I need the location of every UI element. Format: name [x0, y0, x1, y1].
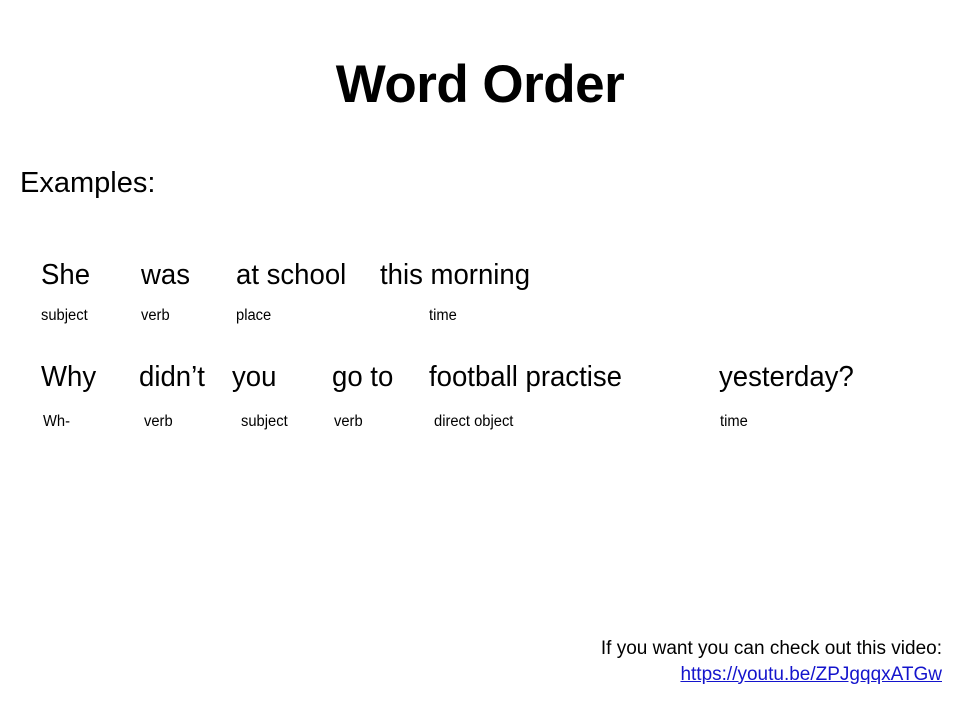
- video-footer: If you want you can check out this video…: [0, 636, 942, 687]
- word-go-to: go to: [332, 361, 394, 394]
- word-football-practise: football practise: [429, 361, 622, 394]
- word-this-morning: this morning: [380, 259, 531, 292]
- label-subject-2: subject: [241, 413, 288, 431]
- label-verb-2a: verb: [144, 413, 173, 431]
- word-yesterday: yesterday?: [719, 361, 854, 394]
- examples-block: Examples: She was at school this morning…: [20, 167, 940, 431]
- word-you: you: [232, 361, 277, 394]
- video-link[interactable]: https://youtu.be/ZPJgqqxATGw: [680, 662, 942, 688]
- page-title: Word Order: [335, 55, 625, 114]
- word-she: She: [41, 259, 91, 292]
- label-place-1: place: [236, 307, 272, 325]
- label-time-1: time: [429, 307, 457, 325]
- label-subject-1: subject: [41, 307, 88, 325]
- label-wh-2: Wh-: [43, 413, 71, 431]
- label-verb-1: verb: [141, 307, 170, 325]
- word-didnt: didn’t: [139, 361, 205, 394]
- examples-heading: Examples:: [20, 167, 156, 199]
- word-at-school: at school: [236, 259, 347, 292]
- label-time-2: time: [720, 413, 748, 431]
- word-why: Why: [41, 361, 97, 394]
- label-verb-2b: verb: [334, 413, 363, 431]
- video-prompt-text: If you want you can check out this video…: [600, 638, 942, 659]
- slide-canvas: Word Order Examples: She was at school t…: [0, 0, 960, 720]
- word-was: was: [141, 259, 190, 292]
- label-direct-object-2: direct object: [434, 413, 514, 431]
